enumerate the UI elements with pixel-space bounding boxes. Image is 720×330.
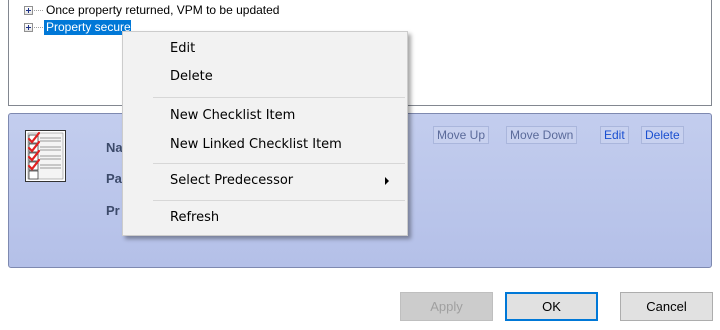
tree-node-label: Property secured bbox=[44, 20, 131, 35]
cancel-button[interactable]: Cancel bbox=[620, 292, 713, 321]
tree-connector bbox=[34, 27, 43, 28]
menu-item-edit[interactable]: Edit bbox=[123, 35, 407, 61]
parent-label: Pa bbox=[106, 171, 122, 186]
menu-separator bbox=[153, 163, 405, 164]
menu-item-label: Select Predecessor bbox=[170, 172, 294, 188]
menu-item-new-linked-checklist-item[interactable]: New Linked Checklist Item bbox=[123, 131, 407, 157]
tree-node[interactable]: Once property returned, VPM to be update… bbox=[24, 2, 281, 19]
apply-button[interactable]: Apply bbox=[400, 292, 493, 321]
menu-separator bbox=[153, 200, 405, 201]
submenu-arrow-icon bbox=[385, 177, 389, 185]
tree-node-selected[interactable]: Property secured bbox=[24, 19, 131, 36]
menu-item-new-checklist-item[interactable]: New Checklist Item bbox=[123, 102, 407, 128]
context-menu: Edit Delete New Checklist Item New Linke… bbox=[122, 31, 408, 236]
move-down-link[interactable]: Move Down bbox=[506, 126, 578, 144]
menu-item-refresh[interactable]: Refresh bbox=[123, 204, 407, 230]
delete-link[interactable]: Delete bbox=[641, 126, 684, 144]
expand-plus-icon[interactable] bbox=[24, 23, 33, 32]
tree-connector bbox=[34, 10, 43, 11]
menu-separator bbox=[153, 97, 405, 98]
move-up-link[interactable]: Move Up bbox=[433, 126, 490, 144]
menu-item-select-predecessor[interactable]: Select Predecessor bbox=[123, 167, 407, 193]
ok-button[interactable]: OK bbox=[505, 292, 598, 321]
tree-node-label: Once property returned, VPM to be update… bbox=[46, 3, 280, 17]
checklist-icon bbox=[25, 130, 66, 182]
edit-link[interactable]: Edit bbox=[600, 126, 629, 144]
expand-plus-icon[interactable] bbox=[24, 6, 33, 15]
predecessor-label: Pr bbox=[106, 203, 120, 218]
menu-item-delete[interactable]: Delete bbox=[123, 63, 407, 89]
name-label: Na bbox=[106, 140, 123, 155]
